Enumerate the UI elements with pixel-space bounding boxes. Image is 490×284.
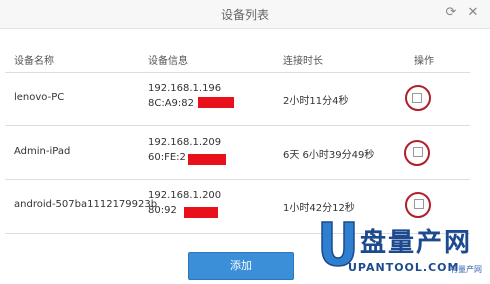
mac-redaction [184,207,218,218]
close-icon[interactable]: ✕ [465,5,481,21]
device-ip: 192.168.1.209 [148,137,222,148]
row-checkbox[interactable] [413,147,423,157]
watermark-logo-text: 盘量产网 [360,228,473,258]
row-checkbox[interactable] [412,93,422,103]
table-row: Admin-iPad 192.168.1.209 60:FE:2 6天 6小时3… [0,126,490,182]
device-name: lenovo-PC [14,92,65,103]
row-checkbox[interactable] [414,199,424,209]
device-name: Admin-iPad [14,146,71,157]
mac-redaction [198,97,234,108]
add-button[interactable]: 添加 [188,252,294,280]
header-connect-duration: 连接时长 [283,56,323,67]
window-title: 设备列表 [220,8,269,22]
device-mac: 80:92 [148,205,177,216]
mac-redaction [188,154,226,165]
watermark-sub: 有量产网 [450,265,482,274]
device-ip: 192.168.1.200 [148,190,222,201]
header-device-info: 设备信息 [148,56,188,67]
header-actions: 操作 [414,56,434,67]
device-name: android-507ba1112179923b [14,199,158,210]
device-mac: 60:FE:2 [148,152,186,163]
watermark-url: UPANTOOL.COM [348,261,460,274]
header-device-name: 设备名称 [14,56,54,67]
title-bar: 设备列表 ⟳ ✕ [0,0,490,29]
connect-duration: 6天 6小时39分49秒 [283,150,375,161]
table-header: 设备名称 设备信息 连接时长 操作 [0,50,490,72]
connect-duration: 2小时11分4秒 [283,96,349,107]
device-ip: 192.168.1.196 [148,83,222,94]
device-mac: 8C:A9:82 [148,98,195,109]
table-row: lenovo-PC 192.168.1.196 8C:A9:82 2小时11分4… [0,73,490,129]
connect-duration: 1小时42分12秒 [283,203,355,214]
refresh-icon[interactable]: ⟳ [443,5,459,21]
